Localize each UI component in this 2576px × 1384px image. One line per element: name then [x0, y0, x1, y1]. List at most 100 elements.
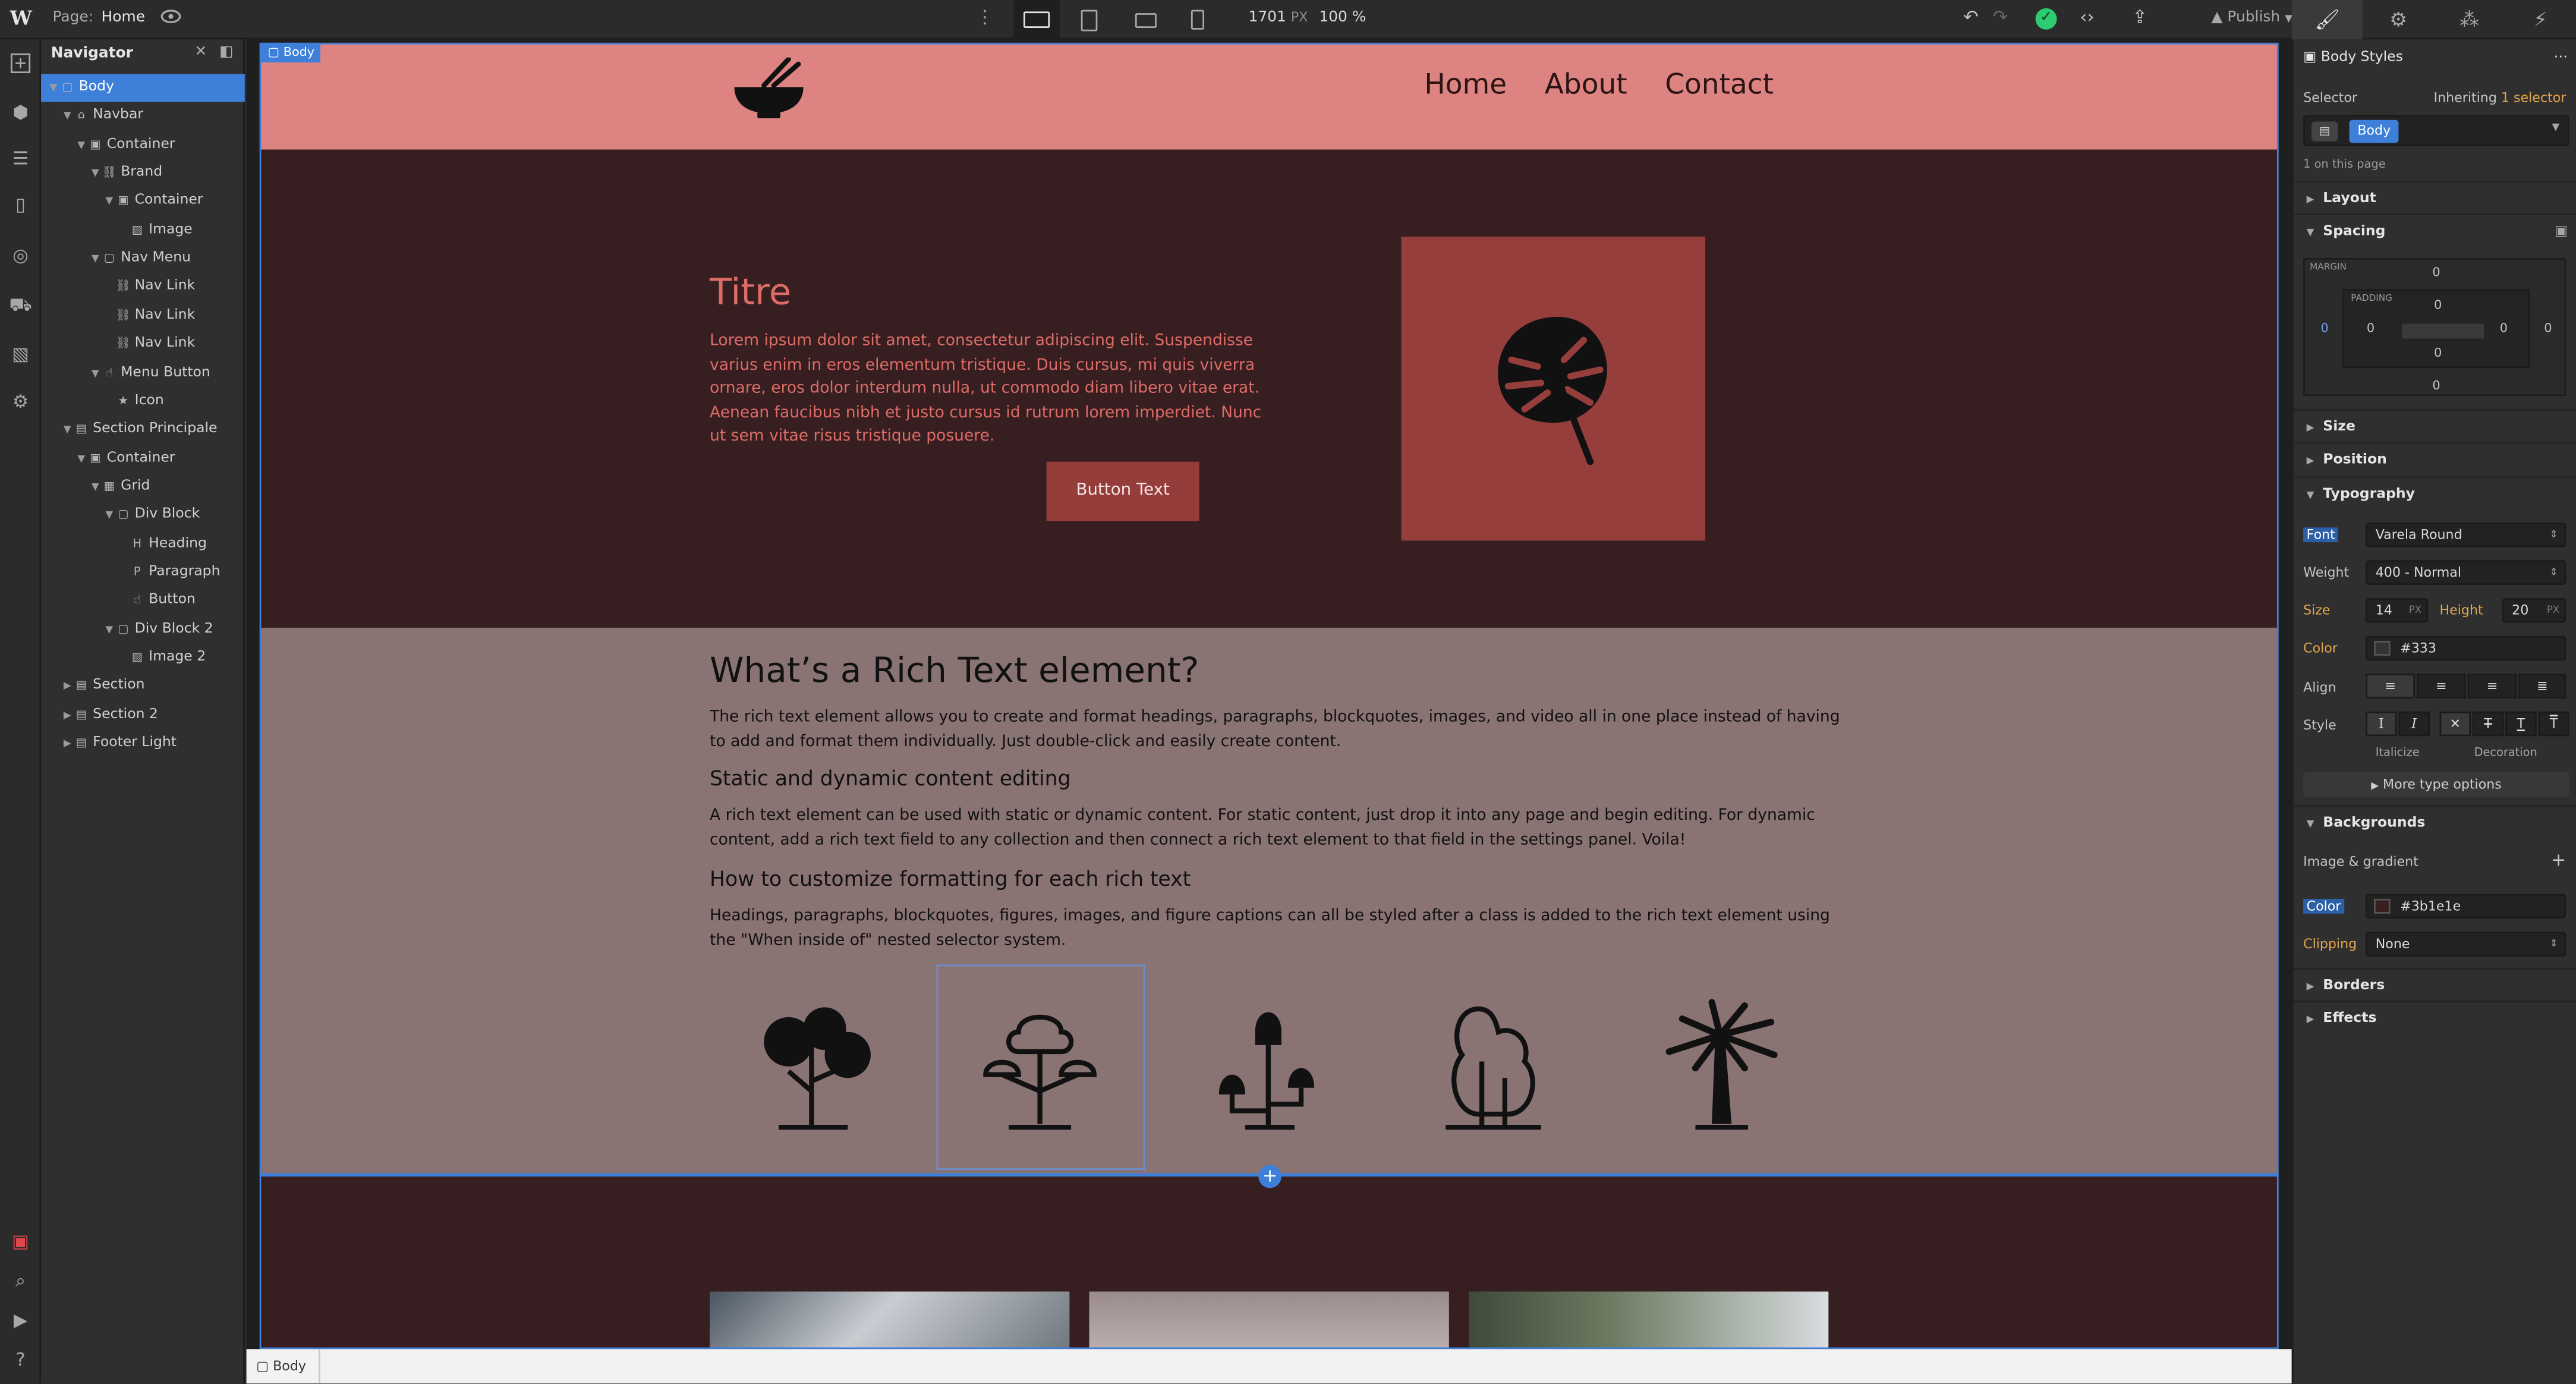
cms-icon[interactable]: ◎ [8, 243, 33, 268]
hero-paragraph[interactable]: Lorem ipsum dolor sit amet, consectetur … [710, 331, 1268, 449]
navigator-tree-item[interactable]: ▼ ▢ Nav Menu [41, 245, 245, 273]
navigator-tree-item[interactable]: ▼ ▢ Div Block [41, 502, 245, 530]
bg-color-swatch[interactable] [2373, 898, 2391, 914]
bowl-chopsticks-icon[interactable] [731, 56, 807, 130]
navigator-tree-item[interactable]: ★ Icon [41, 388, 245, 416]
breakpoint-tablet-icon[interactable] [1066, 0, 1112, 39]
preview-eye-icon[interactable] [158, 5, 184, 31]
bonsai-tree-icon[interactable] [969, 996, 1111, 1137]
page-selector[interactable]: Page: Home [52, 10, 145, 27]
section-position[interactable]: ▶ Position [2293, 442, 2576, 475]
site-preview-body[interactable]: Home About Contact Titre Lorem ipsum dol… [259, 42, 2279, 1350]
margin-left-input[interactable]: 0 [2313, 320, 2336, 335]
hero-image-block[interactable] [1401, 237, 1706, 541]
add-icon[interactable] [8, 52, 33, 77]
webflow-logo[interactable]: W [10, 7, 32, 30]
audit-icon[interactable]: ▣ [8, 1229, 33, 1253]
rich-text-subheading-1[interactable]: Static and dynamic content editing [710, 766, 1070, 790]
style-brush-icon[interactable]: 🖌 [2291, 0, 2363, 40]
navigator-tree-item[interactable]: ▶ ▤ Section 2 [41, 701, 245, 729]
navigator-tree-item[interactable]: ☝ Button [41, 587, 245, 615]
mushroom-tree-icon[interactable] [1196, 996, 1337, 1137]
palm-tree-icon[interactable] [1649, 996, 1791, 1137]
expand-toggle-icon[interactable]: ▼ [90, 473, 101, 501]
design-canvas[interactable]: Home About Contact Titre Lorem ipsum dol… [246, 39, 2292, 1350]
expand-toggle-icon[interactable]: ▶ [62, 729, 73, 757]
expand-toggle-icon[interactable]: ▼ [90, 359, 101, 387]
video-icon[interactable]: ▶ [8, 1308, 33, 1332]
assets-icon[interactable]: ▧ [8, 342, 33, 366]
size-input[interactable]: 14 PX [2366, 598, 2429, 623]
cube-icon[interactable]: ⬢ [8, 100, 33, 125]
fog-image[interactable] [1089, 1291, 1449, 1350]
rich-text-subheading-2[interactable]: How to customize formatting for each ric… [710, 866, 1191, 891]
mountain-image[interactable] [710, 1291, 1070, 1350]
expand-toggle-icon[interactable]: ▼ [103, 616, 115, 644]
nav-link-about[interactable]: About [1545, 69, 1627, 102]
nav-link-contact[interactable]: Contact [1665, 69, 1774, 102]
layers-icon[interactable]: ☰ [8, 146, 33, 171]
expand-toggle-icon[interactable]: ▼ [90, 245, 101, 273]
add-section-plus-icon[interactable]: + [1258, 1165, 1281, 1188]
expand-toggle-icon[interactable]: ▼ [75, 445, 87, 473]
rich-text-paragraph-2[interactable]: A rich text element can be used with sta… [710, 805, 1843, 853]
padding-right-input[interactable]: 0 [2492, 320, 2515, 335]
section[interactable] [259, 1173, 2279, 1350]
decoration-none-icon[interactable]: ✕ [2439, 711, 2471, 737]
clipping-select[interactable]: None ⇕ [2366, 932, 2566, 957]
expand-toggle-icon[interactable]: ▼ [75, 131, 87, 159]
padding-top-input[interactable]: 0 [2426, 297, 2449, 312]
weight-select[interactable]: 400 - Normal ⇕ [2366, 560, 2566, 585]
interactions-bolt-icon[interactable]: ⚡ [2505, 0, 2576, 39]
section-borders[interactable]: ▶ Borders [2293, 967, 2576, 1001]
navigator-tree-item[interactable]: ▼ ▣ Container [41, 188, 245, 216]
hero-heading[interactable]: Titre [710, 273, 791, 314]
site-navbar[interactable]: Home About Contact [259, 42, 2279, 150]
chevron-down-icon[interactable]: ▼ [2552, 122, 2560, 133]
padding-bottom-input[interactable]: 0 [2426, 345, 2449, 360]
section-size[interactable]: ▶ Size [2293, 409, 2576, 442]
settings-gear-icon[interactable]: ⚙ [2363, 0, 2434, 39]
underline-icon[interactable]: T [2505, 711, 2537, 737]
align-justify-icon[interactable]: ≣ [2518, 674, 2566, 699]
align-center-icon[interactable]: ≡ [2416, 674, 2466, 699]
expand-toggle-icon[interactable]: ▶ [62, 701, 73, 729]
breakpoint-mobile-portrait-icon[interactable] [1174, 0, 1220, 39]
align-left-icon[interactable]: ≡ [2366, 674, 2416, 699]
section-effects[interactable]: ▶ Effects [2293, 1001, 2576, 1033]
navigator-tree-item[interactable]: ▼ ▣ Container [41, 131, 245, 159]
navigator-tree-item[interactable]: ▼ ▤ Section Principale [41, 416, 245, 444]
more-options-icon[interactable]: ⋯ [2554, 49, 2568, 66]
font-select[interactable]: Varela Round ⇕ [2366, 522, 2566, 548]
section-typography[interactable]: ▼ Typography [2293, 476, 2576, 509]
navigator-tree-item[interactable]: ⛓ Nav Link [41, 302, 245, 330]
margin-top-input[interactable]: 0 [2425, 265, 2448, 279]
height-unit[interactable]: PX [2547, 600, 2559, 621]
selector-chip[interactable]: Body [2349, 119, 2399, 143]
selector-field[interactable]: ▤ Body ▼ [2303, 115, 2569, 146]
navigator-tree-item[interactable]: ▶ ▤ Section [41, 672, 245, 700]
margin-right-input[interactable]: 0 [2537, 320, 2560, 335]
section-spacing[interactable]: ▼ Spacing ▣ [2293, 213, 2576, 248]
rich-text-paragraph-3[interactable]: Headings, paragraphs, blockquotes, figur… [710, 905, 1843, 953]
section-principale[interactable]: Titre Lorem ipsum dolor sit amet, consec… [259, 149, 2279, 628]
navigator-tree-item[interactable]: ▼ ⌂ Navbar [41, 102, 245, 130]
navigator-tree-item[interactable]: ▼ ▣ Container [41, 445, 245, 473]
section-layout[interactable]: ▶ Layout [2293, 181, 2576, 213]
publish-button[interactable]: ▲ Publish ▼ [2211, 10, 2292, 27]
ecommerce-icon[interactable]: ⛟ [8, 292, 33, 317]
navigator-tree-item[interactable]: H Heading [41, 530, 245, 558]
style-manager-drops-icon[interactable]: ⁂ [2434, 0, 2505, 39]
hero-button[interactable]: Button Text [1046, 461, 1199, 521]
nav-link-home[interactable]: Home [1424, 69, 1507, 102]
add-background-plus-icon[interactable]: + [2551, 850, 2566, 871]
navigator-tree-item[interactable]: ▨ Image [41, 216, 245, 244]
spacing-mode-icon[interactable]: ▣ [2555, 215, 2568, 248]
bush-tree-icon[interactable] [1423, 996, 1564, 1137]
expand-toggle-icon[interactable]: ▼ [62, 416, 73, 444]
breakpoint-desktop-icon[interactable] [1013, 0, 1060, 40]
navigator-tree-item[interactable]: ⛓ Nav Link [41, 273, 245, 301]
expand-toggle-icon[interactable]: ▼ [48, 74, 59, 102]
padding-left-input[interactable]: 0 [2359, 320, 2382, 335]
navigator-tree-item[interactable]: P Paragraph [41, 559, 245, 587]
